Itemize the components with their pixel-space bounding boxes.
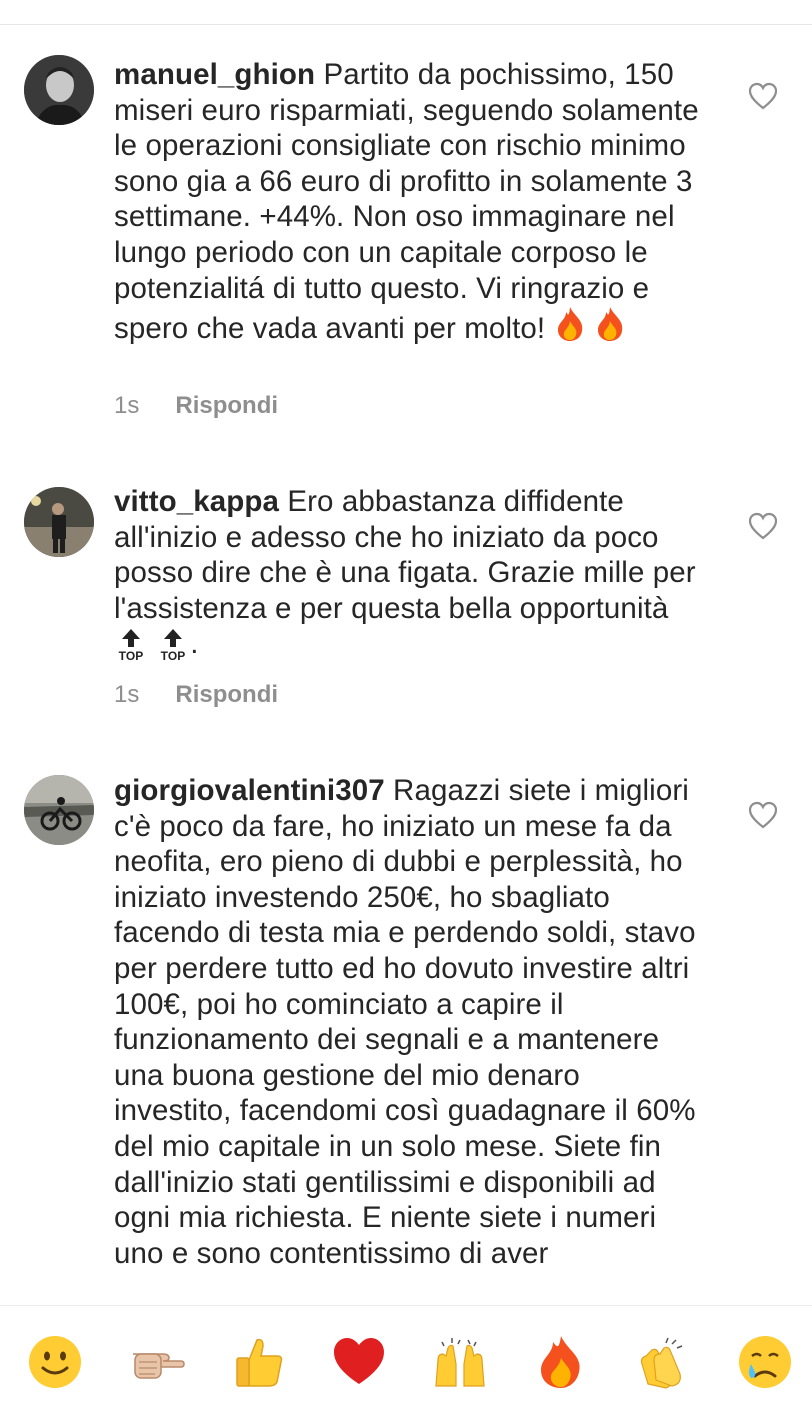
timestamp: 1s <box>114 681 140 708</box>
clapping-hands-icon[interactable] <box>634 1334 690 1390</box>
comment-meta: 1s Rispondi <box>114 681 278 709</box>
top-arrow-icon: TOP <box>158 627 188 672</box>
avatar[interactable] <box>24 487 94 557</box>
comment-text: Ragazzi siete i migliori c'è poco da far… <box>114 774 696 1270</box>
raising-hands-icon[interactable] <box>432 1334 488 1390</box>
top-arrow-icon: TOP <box>116 627 146 672</box>
slightly-smiling-face-icon[interactable] <box>27 1334 83 1390</box>
username[interactable]: manuel_ghion <box>114 58 315 91</box>
top-badge-label: TOP <box>119 649 144 663</box>
avatar[interactable] <box>24 775 94 845</box>
fire-icon[interactable] <box>533 1334 589 1390</box>
emoji-quick-bar <box>0 1305 812 1425</box>
avatar[interactable] <box>24 55 94 125</box>
comment-body: giorgiovalentini307 Ragazzi siete i migl… <box>114 773 704 1271</box>
comment-body: manuel_ghion Partito da pochissimo, 150 … <box>114 57 704 351</box>
crying-face-icon[interactable] <box>737 1334 793 1390</box>
top-divider <box>0 24 812 25</box>
fire-icon <box>594 306 626 351</box>
username[interactable]: giorgiovalentini307 <box>114 774 385 807</box>
username[interactable]: vitto_kappa <box>114 485 279 518</box>
red-heart-icon[interactable] <box>331 1334 387 1390</box>
timestamp: 1s <box>114 392 140 419</box>
like-heart-icon[interactable] <box>748 801 778 829</box>
pointing-hand-icon[interactable] <box>129 1334 185 1390</box>
comment-meta: 1s Rispondi <box>114 392 278 420</box>
like-heart-icon[interactable] <box>748 82 778 110</box>
trailing-text: . <box>190 627 199 661</box>
thumbs-up-icon[interactable] <box>231 1334 287 1390</box>
top-badge-label: TOP <box>161 649 186 663</box>
reply-button[interactable]: Rispondi <box>175 681 278 708</box>
like-heart-icon[interactable] <box>748 512 778 540</box>
comment-body: vitto_kappa Ero abbastanza diffidente al… <box>114 484 704 672</box>
reply-button[interactable]: Rispondi <box>175 392 278 419</box>
fire-icon <box>554 306 586 351</box>
comment-text: Partito da pochissimo, 150 miseri euro r… <box>114 58 699 346</box>
